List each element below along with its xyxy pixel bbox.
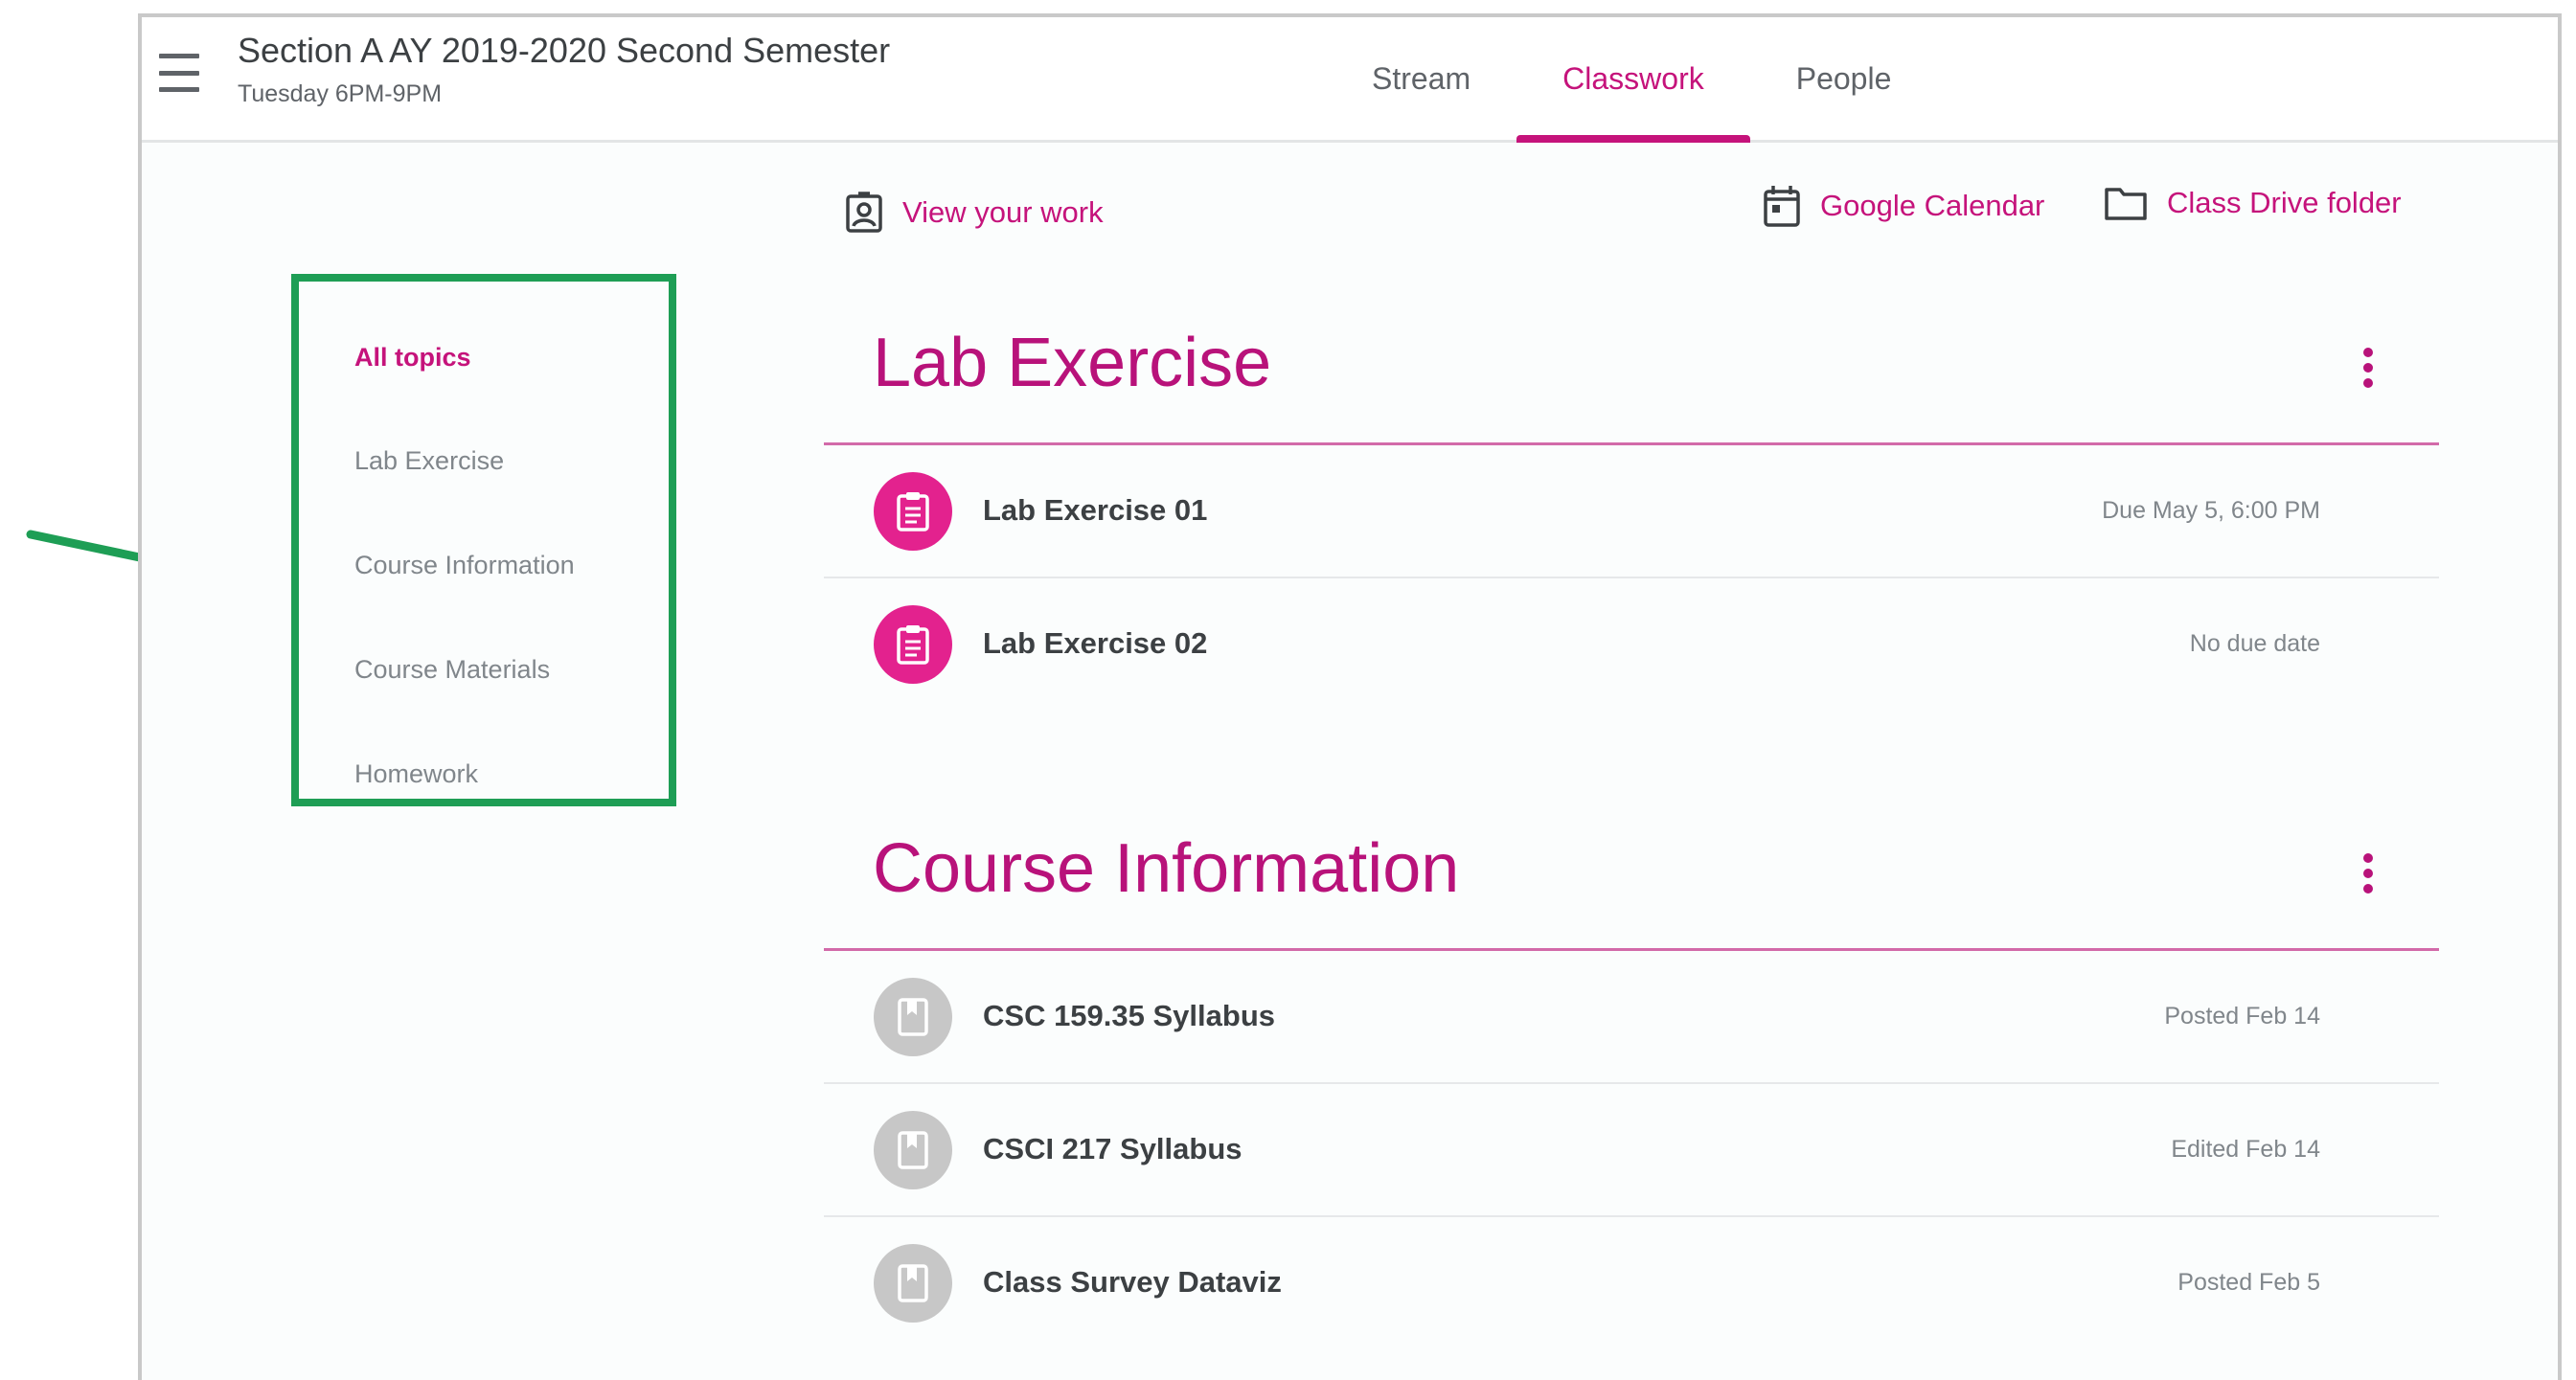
class-drive-folder-label: Class Drive folder [2167, 186, 2402, 219]
classwork-item-class-survey-dataviz[interactable]: Class Survey Dataviz Posted Feb 5 [824, 1217, 2439, 1350]
google-calendar-link[interactable]: Google Calendar [1763, 184, 2044, 228]
topics-highlight-box: All topics Lab Exercise Course Informati… [291, 274, 676, 806]
item-due-date: Due May 5, 6:00 PM [2102, 497, 2320, 524]
topic-homework[interactable]: Homework [354, 759, 478, 789]
hamburger-menu-icon[interactable] [159, 54, 199, 92]
more-vert-icon[interactable] [2359, 852, 2378, 894]
section-title-course-information: Course Information [873, 830, 1460, 907]
view-your-work-label: View your work [902, 195, 1104, 229]
topic-lab-exercise[interactable]: Lab Exercise [354, 446, 504, 476]
item-posted-date: Posted Feb 14 [2164, 1003, 2320, 1029]
account-box-icon [846, 192, 882, 233]
classwork-item-csci-217-syllabus[interactable]: CSCI 217 Syllabus Edited Feb 14 [824, 1084, 2439, 1217]
tab-stream[interactable]: Stream [1326, 17, 1516, 140]
item-edited-date: Edited Feb 14 [2171, 1136, 2320, 1163]
app-header: Section A AY 2019-2020 Second Semester T… [142, 17, 2558, 143]
tab-people[interactable]: People [1750, 17, 1938, 140]
classwork-item-lab-exercise-02[interactable]: Lab Exercise 02 No due date [824, 578, 2439, 712]
item-title: CSCI 217 Syllabus [983, 1132, 1242, 1165]
screenshot-canvas: Section A AY 2019-2020 Second Semester T… [0, 0, 2576, 1380]
tab-classwork[interactable]: Classwork [1516, 17, 1750, 143]
material-icon [874, 1244, 952, 1323]
assignment-icon [874, 472, 952, 551]
topic-course-information[interactable]: Course Information [354, 551, 575, 580]
view-your-work-link[interactable]: View your work [845, 192, 1104, 234]
tab-bar: Stream Classwork People [1326, 17, 1938, 143]
class-title: Section A AY 2019-2020 Second Semester [238, 31, 891, 70]
item-title: Class Survey Dataviz [983, 1265, 1282, 1299]
folder-icon [2105, 188, 2147, 220]
class-subtitle: Tuesday 6PM-9PM [238, 80, 443, 107]
class-drive-folder-link[interactable]: Class Drive folder [2104, 184, 2402, 222]
topic-course-materials[interactable]: Course Materials [354, 655, 550, 685]
item-title: Lab Exercise 02 [983, 626, 1208, 660]
classroom-window: Section A AY 2019-2020 Second Semester T… [138, 13, 2562, 1380]
classwork-item-lab-exercise-01[interactable]: Lab Exercise 01 Due May 5, 6:00 PM [824, 445, 2439, 578]
item-title: CSC 159.35 Syllabus [983, 999, 1275, 1032]
classwork-item-csc-159-35-syllabus[interactable]: CSC 159.35 Syllabus Posted Feb 14 [824, 951, 2439, 1084]
google-calendar-label: Google Calendar [1820, 189, 2045, 222]
material-icon [874, 1111, 952, 1189]
section-title-lab-exercise: Lab Exercise [873, 325, 1272, 401]
calendar-icon [1764, 186, 1800, 227]
item-title: Lab Exercise 01 [983, 493, 1208, 527]
item-due-date: No due date [2189, 630, 2320, 657]
item-posted-date: Posted Feb 5 [2177, 1269, 2320, 1296]
assignment-icon [874, 605, 952, 684]
topic-all-topics[interactable]: All topics [354, 343, 471, 373]
material-icon [874, 978, 952, 1056]
more-vert-icon[interactable] [2359, 347, 2378, 389]
